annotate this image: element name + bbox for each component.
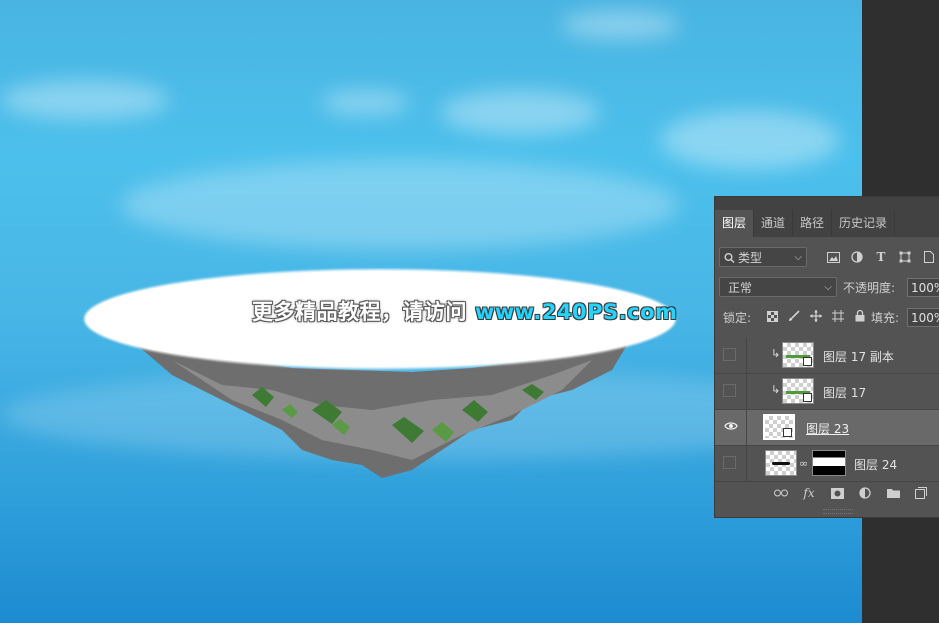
chain-link-icon[interactable]: ∞ (799, 457, 808, 470)
visibility-toggle[interactable] (723, 384, 736, 397)
fill-label: 填充: (871, 311, 900, 325)
cloud (120, 160, 680, 250)
eye-icon[interactable] (723, 419, 739, 433)
divider (746, 374, 747, 409)
add-mask-icon[interactable] (829, 485, 845, 501)
watermark-url: www.240PS.com (475, 300, 678, 324)
layer-name[interactable]: 图层 24 (854, 456, 897, 473)
visibility-toggle[interactable] (723, 348, 736, 361)
visibility-toggle[interactable] (723, 456, 736, 469)
divider (746, 446, 747, 481)
layer-row[interactable]: ↳ 图层 17 副本 (715, 338, 939, 374)
lock-icons (765, 307, 867, 325)
clipping-arrow-icon: ↳ (771, 347, 781, 360)
watermark: 更多精品教程，请访问 www.240PS.com (252, 296, 677, 326)
watermark-text: 更多精品教程，请访问 (252, 300, 467, 324)
layer-thumbnail[interactable] (782, 378, 814, 404)
filter-smart-object-icon[interactable] (921, 247, 937, 267)
panel-header[interactable] (715, 197, 939, 210)
lock-all-icon[interactable] (853, 307, 867, 325)
fx-icon[interactable]: fx (801, 485, 817, 501)
blend-mode-value: 正常 (728, 281, 753, 295)
adjustment-icon[interactable] (857, 485, 873, 501)
layer-name[interactable]: 图层 17 副本 (823, 348, 894, 365)
filter-row: 类型 ⌵ T (715, 247, 939, 271)
divider (746, 410, 747, 445)
lock-brush-icon[interactable] (787, 307, 801, 325)
filter-type-icon[interactable]: T (873, 247, 889, 267)
chevron-down-icon: ⌵ (824, 282, 832, 293)
filter-pixel-icon[interactable] (825, 247, 841, 267)
lock-transparent-icon[interactable] (765, 307, 779, 325)
thumbnail-content (772, 462, 790, 465)
layer-name[interactable]: 图层 17 (823, 384, 866, 401)
tab-layers[interactable]: 图层 (715, 210, 755, 237)
layer-row-selected[interactable]: 图层 23 (715, 410, 939, 446)
smart-object-icon (803, 393, 812, 402)
link-icon[interactable] (773, 485, 789, 501)
folder-icon[interactable] (885, 485, 901, 501)
layer-mask-thumbnail[interactable] (812, 450, 846, 476)
layer-list: ↳ 图层 17 副本 ↳ 图层 17 图层 23 ∞ 图层 24 (715, 338, 939, 482)
layer-thumbnail[interactable] (782, 342, 814, 368)
lock-artboard-icon[interactable] (831, 307, 845, 325)
smart-object-icon (803, 357, 812, 366)
chevron-down-icon: ⌵ (794, 252, 802, 263)
divider (746, 338, 747, 373)
cloud (320, 90, 410, 115)
layer-row[interactable]: ∞ 图层 24 (715, 446, 939, 482)
layer-thumbnail[interactable] (765, 450, 797, 476)
cloud (560, 10, 680, 40)
search-icon (724, 248, 735, 274)
lock-label: 锁定: (723, 311, 752, 325)
smart-object-icon (783, 428, 792, 437)
panel-tabs: 图层 通道 路径 历史记录 (715, 210, 939, 237)
opacity-label: 不透明度: (843, 281, 896, 295)
filter-kind-select[interactable]: 类型 ⌵ (719, 247, 807, 267)
filter-icons: T (825, 247, 937, 267)
new-layer-icon[interactable] (913, 485, 929, 501)
layer-row[interactable]: ↳ 图层 17 (715, 374, 939, 410)
layer-thumbnail[interactable] (763, 414, 795, 440)
tab-paths[interactable]: 路径 (793, 210, 833, 237)
clipping-arrow-icon: ↳ (771, 383, 781, 396)
blend-mode-select[interactable]: 正常 ⌵ (719, 277, 837, 297)
lock-position-icon[interactable] (809, 307, 823, 325)
filter-kind-value: 类型 (738, 251, 763, 265)
cloud (440, 90, 600, 135)
cloud (0, 80, 170, 120)
fill-field[interactable]: 100% (907, 308, 939, 327)
layer-name[interactable]: 图层 23 (806, 420, 849, 437)
panel-footer: fx (715, 482, 939, 504)
cloud (660, 110, 840, 170)
tab-history[interactable]: 历史记录 (832, 210, 896, 237)
layers-panel: 图层 通道 路径 历史记录 类型 ⌵ T 正常 ⌵ 不透明度: 100 锁定: … (714, 196, 939, 518)
filter-adjustment-icon[interactable] (849, 247, 865, 267)
resize-grip[interactable] (823, 509, 853, 514)
tab-channels[interactable]: 通道 (754, 210, 794, 237)
filter-shape-icon[interactable] (897, 247, 913, 267)
opacity-field[interactable]: 100% (907, 278, 939, 297)
